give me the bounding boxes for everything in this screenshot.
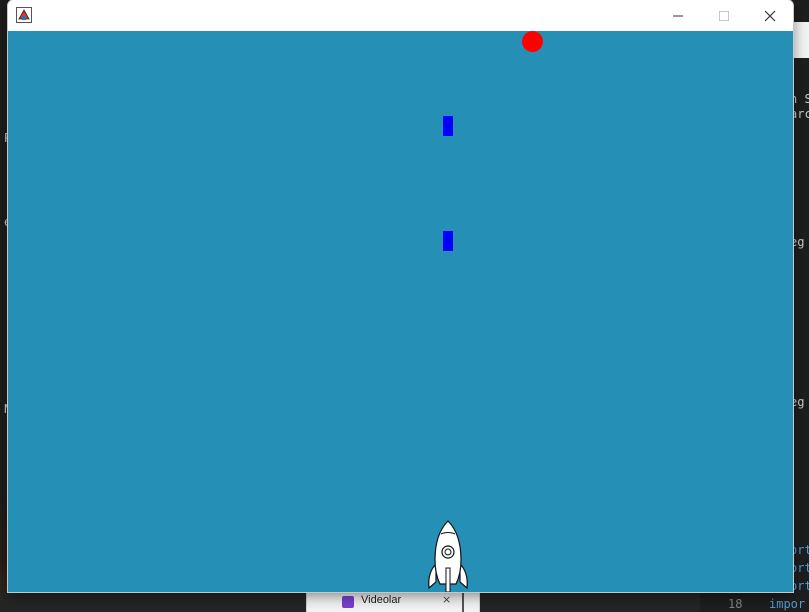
- code-line: impor: [769, 597, 806, 611]
- maximize-icon: [719, 10, 729, 21]
- java-app-icon: [16, 7, 32, 23]
- player-rocket[interactable]: [426, 520, 470, 592]
- maximize-button[interactable]: [701, 0, 747, 31]
- title-bar[interactable]: [8, 0, 793, 31]
- line-number: 18: [728, 597, 743, 611]
- minimize-button[interactable]: [655, 0, 701, 31]
- divider: [462, 590, 464, 612]
- close-button[interactable]: [747, 0, 793, 31]
- game-canvas[interactable]: [8, 31, 793, 592]
- minimize-icon: [673, 15, 683, 16]
- taskbar-tab-videolar[interactable]: Videolar ×: [306, 590, 480, 612]
- enemy-ball: [522, 31, 543, 52]
- rocket-icon: [428, 520, 468, 592]
- bullet: [443, 231, 453, 251]
- game-window: [8, 0, 793, 592]
- close-icon: [764, 10, 776, 21]
- bullet: [443, 116, 453, 136]
- taskbar-tab-label: Videolar: [361, 594, 402, 606]
- close-icon[interactable]: ×: [442, 593, 451, 606]
- video-app-icon: [342, 596, 354, 608]
